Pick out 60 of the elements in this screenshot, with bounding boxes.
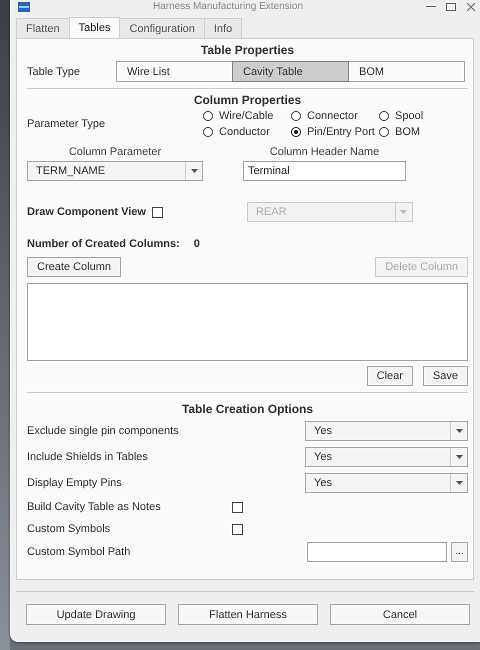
checkbox[interactable] — [232, 502, 243, 512]
option-label: Display Empty Pins — [27, 477, 122, 489]
radio-button[interactable] — [291, 110, 301, 120]
tab[interactable]: Tables — [68, 17, 120, 38]
field-label: Parameter Type — [27, 118, 106, 130]
radio-button[interactable] — [379, 126, 389, 136]
option-dropdown[interactable]: Yes — [305, 447, 468, 467]
radio-label[interactable]: Spool — [395, 110, 424, 122]
caret-icon — [190, 169, 198, 173]
field-label: Column Header Name — [270, 146, 380, 158]
close-icon[interactable] — [466, 3, 476, 11]
radio-label[interactable]: Connector — [307, 110, 358, 122]
save-button[interactable]: Save — [422, 366, 468, 386]
option-label: Include Shields in Tables — [27, 451, 148, 463]
caret-icon — [456, 455, 462, 459]
section-heading: Table Creation Options — [180, 402, 314, 417]
window-title: Harness Manufacturing Extension — [152, 1, 304, 13]
tab[interactable]: Configuration — [119, 18, 205, 38]
footer-button[interactable]: Flatten Harness — [178, 604, 318, 625]
checkbox[interactable] — [152, 206, 163, 218]
option-label: Custom Symbol Path — [27, 546, 130, 558]
radio-label[interactable]: Wire/Cable — [219, 110, 274, 122]
radio-label[interactable]: Pin/Entry Port — [307, 126, 375, 138]
field-label: Draw Component View — [27, 206, 146, 218]
browse-button[interactable]: ... — [451, 542, 468, 562]
footer-button[interactable]: Cancel — [330, 604, 470, 625]
table-type-option[interactable]: Cavity Table — [232, 61, 349, 82]
option-label: Custom Symbols — [27, 523, 112, 535]
radio-button[interactable] — [291, 126, 301, 136]
table-type-option[interactable]: BOM — [348, 61, 465, 82]
option-dropdown[interactable]: Yes — [305, 421, 468, 441]
caret-icon — [400, 210, 408, 214]
section-heading: Table Properties — [200, 43, 296, 58]
column-count: 0 — [194, 238, 200, 250]
create-column-button[interactable]: Create Column — [27, 257, 121, 277]
app-logo-icon — [18, 2, 30, 12]
header-name-field[interactable]: Terminal — [243, 161, 406, 181]
option-label: Build Cavity Table as Notes — [27, 501, 162, 513]
maximize-icon[interactable] — [446, 3, 456, 11]
footer-button[interactable]: Update Drawing — [26, 604, 166, 625]
caret-icon — [456, 429, 462, 433]
option-label: Exclude single pin components — [27, 425, 179, 437]
caret-icon — [456, 481, 462, 485]
radio-label[interactable]: Conductor — [219, 126, 270, 138]
column-parameter-dropdown[interactable]: TERM_NAME — [27, 161, 203, 181]
symbol-path-field[interactable] — [307, 542, 447, 562]
tab[interactable]: Flatten — [16, 18, 70, 38]
field-label: Column Parameter — [68, 146, 162, 158]
option-dropdown[interactable]: Yes — [305, 473, 468, 493]
section-heading: Column Properties — [192, 93, 302, 108]
checkbox[interactable] — [232, 524, 243, 534]
radio-label[interactable]: BOM — [395, 126, 420, 138]
tab[interactable]: Info — [204, 18, 242, 38]
radio-button[interactable] — [379, 110, 389, 120]
radio-button[interactable] — [203, 126, 213, 136]
table-type-option[interactable]: Wire List — [116, 61, 233, 82]
field-label: Table Type — [27, 66, 82, 78]
radio-button[interactable] — [203, 110, 213, 120]
clear-button[interactable]: Clear — [366, 366, 413, 386]
field-label: Number of Created Columns: — [27, 238, 180, 250]
